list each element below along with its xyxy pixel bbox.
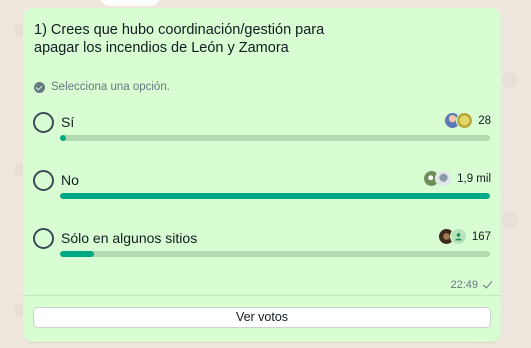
- vote-bar: [60, 193, 490, 199]
- avatar: [456, 112, 474, 129]
- divider: [23, 295, 501, 296]
- vote-bar-fill: [60, 135, 67, 141]
- poll-option-label: Sí: [61, 114, 75, 130]
- poll-option-no[interactable]: No 1,9 mil: [23, 170, 501, 214]
- person-icon: [454, 233, 462, 241]
- vote-bar: [60, 135, 490, 141]
- poll-message-bubble: 1) Crees que hubo coordinación/gestión p…: [23, 8, 501, 342]
- voter-avatars[interactable]: 28: [444, 112, 491, 129]
- poll-question: 1) Crees que hubo coordinación/gestión p…: [34, 22, 325, 56]
- radio-button[interactable]: [33, 228, 54, 249]
- poll-option-label: No: [61, 172, 79, 188]
- previous-message-bubble: [100, 0, 160, 6]
- poll-option-algunos-sitios[interactable]: Sólo en algunos sitios 167: [23, 228, 501, 272]
- sent-check-icon: [482, 278, 493, 289]
- view-votes-button[interactable]: Ver votos: [33, 307, 491, 328]
- message-time: 22:49: [450, 279, 478, 291]
- poll-hint-text: Selecciona una opción.: [51, 81, 170, 93]
- voter-avatars[interactable]: 167: [437, 228, 491, 245]
- vote-count: 167: [471, 230, 491, 243]
- vote-count: 1,9 mil: [457, 172, 491, 185]
- avatar: [435, 170, 453, 187]
- poll-hint: Selecciona una opción.: [34, 81, 170, 93]
- check-circle-icon: [34, 81, 45, 93]
- poll-option-label: Sólo en algunos sitios: [61, 230, 198, 246]
- vote-bar-fill: [60, 193, 490, 199]
- radio-button[interactable]: [33, 112, 54, 133]
- vote-bar: [60, 251, 490, 257]
- radio-button[interactable]: [33, 170, 54, 191]
- vote-count: 28: [478, 114, 491, 127]
- avatar: [449, 228, 467, 245]
- voter-avatars[interactable]: 1,9 mil: [423, 170, 491, 187]
- vote-bar-fill: [60, 251, 95, 257]
- poll-option-si[interactable]: Sí 28: [23, 112, 501, 156]
- message-meta: 22:49: [450, 278, 493, 291]
